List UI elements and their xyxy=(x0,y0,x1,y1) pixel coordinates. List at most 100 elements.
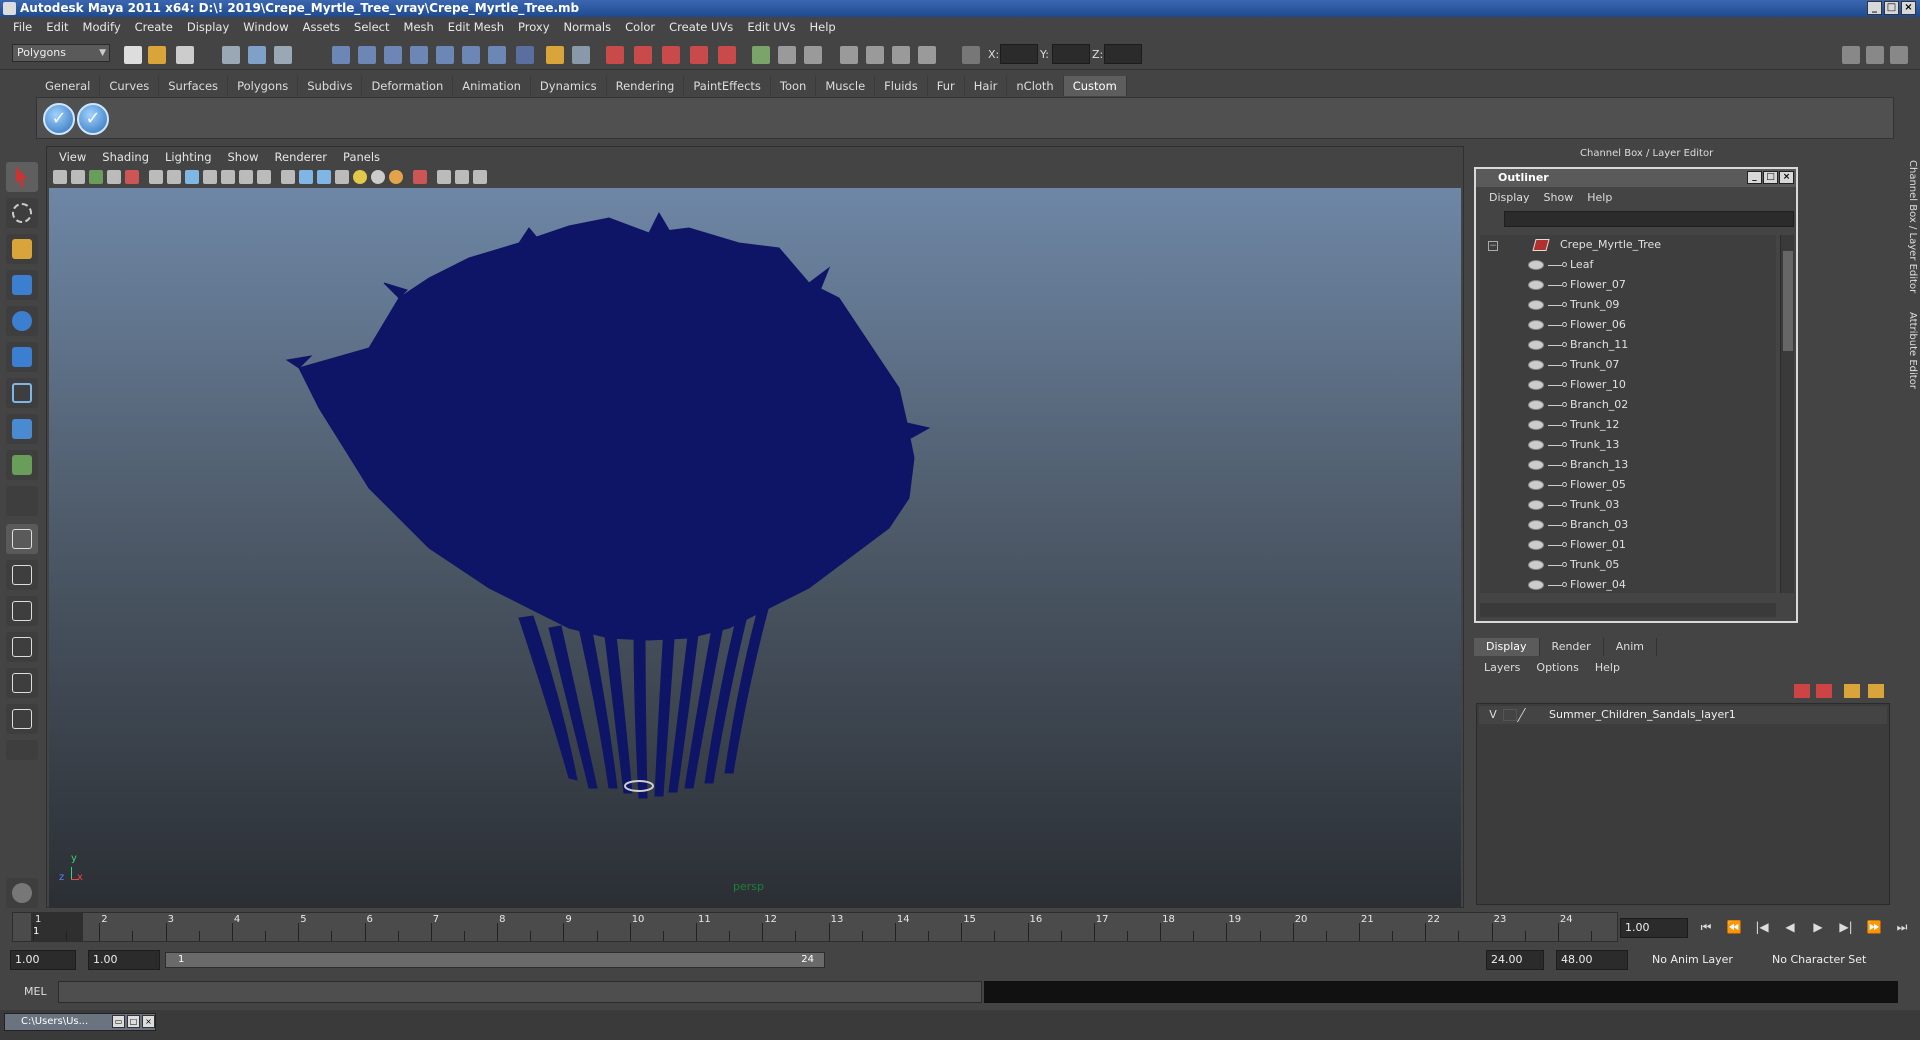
textured-icon[interactable] xyxy=(185,170,199,184)
show-hide-attribute-icon[interactable] xyxy=(752,46,770,64)
text-icon[interactable] xyxy=(257,170,271,184)
menu-select[interactable]: Select xyxy=(347,17,396,38)
layer-menu-options[interactable]: Options xyxy=(1528,659,1586,677)
maximize-button[interactable]: □ xyxy=(1884,1,1899,15)
camera-icon[interactable] xyxy=(840,46,858,64)
menu-help[interactable]: Help xyxy=(803,17,843,38)
layer-tab-display[interactable]: Display xyxy=(1474,638,1540,656)
construction-icon[interactable] xyxy=(488,46,506,64)
layout-icon[interactable] xyxy=(1842,46,1860,64)
textured-cube-icon[interactable] xyxy=(317,170,331,184)
outliner-item[interactable]: Branch_02 xyxy=(1480,395,1776,415)
hypershade-layout-icon[interactable] xyxy=(6,668,38,698)
shelf-tab-fur[interactable]: Fur xyxy=(928,76,965,96)
checkmark-icon[interactable]: ✓ xyxy=(77,103,109,135)
menu-edit-uvs[interactable]: Edit UVs xyxy=(740,17,802,38)
collapse-icon[interactable]: − xyxy=(1488,241,1498,251)
viewport-menu-view[interactable]: View xyxy=(51,147,94,167)
layer-row[interactable]: V Summer_Children_Sandals_layer1 xyxy=(1479,706,1887,724)
outliner-item[interactable]: Trunk_13 xyxy=(1480,435,1776,455)
anim-layer-dropdown[interactable]: No Anim Layer xyxy=(1652,950,1752,970)
history-icon[interactable] xyxy=(462,46,480,64)
playback-end-field[interactable]: 24.00 xyxy=(1486,950,1544,970)
shelf-tab-deformation[interactable]: Deformation xyxy=(362,76,454,96)
menu-create[interactable]: Create xyxy=(128,17,180,38)
layer-tab-render[interactable]: Render xyxy=(1540,638,1604,656)
wireframe-icon[interactable] xyxy=(149,170,163,184)
render-view-icon[interactable] xyxy=(718,46,736,64)
outliner-menu-show[interactable]: Show xyxy=(1537,189,1581,207)
show-hide-tool-settings-icon[interactable] xyxy=(778,46,796,64)
hypershade-icon[interactable] xyxy=(690,46,708,64)
outliner-item[interactable]: Trunk_07 xyxy=(1480,355,1776,375)
shelf-tab-subdivs[interactable]: Subdivs xyxy=(298,76,363,96)
close-icon[interactable]: × xyxy=(142,1015,155,1028)
playback-start-field[interactable]: 1.00 xyxy=(88,950,160,970)
outliner-menu-display[interactable]: Display xyxy=(1482,189,1537,207)
play-forward-icon[interactable]: ▶ xyxy=(1808,920,1828,938)
menu-assets[interactable]: Assets xyxy=(296,17,347,38)
script-editor-icon[interactable] xyxy=(6,878,38,908)
smooth-shade-icon[interactable] xyxy=(167,170,181,184)
transform-input-icon[interactable] xyxy=(962,46,980,64)
animation-end-field[interactable]: 48.00 xyxy=(1556,950,1628,970)
menu-normals[interactable]: Normals xyxy=(557,17,619,38)
layer-menu-help[interactable]: Help xyxy=(1587,659,1628,677)
shelf-tab-hair[interactable]: Hair xyxy=(965,76,1008,96)
selected-light-icon[interactable] xyxy=(389,170,403,184)
y-field[interactable] xyxy=(1052,44,1090,64)
render-region-icon[interactable] xyxy=(606,46,624,64)
shelf-tab-toon[interactable]: Toon xyxy=(771,76,817,96)
current-frame-field[interactable]: 1.00 xyxy=(1620,918,1688,938)
shelf-tab-fluids[interactable]: Fluids xyxy=(875,76,928,96)
uv-editor-layout-icon[interactable] xyxy=(6,704,38,734)
menu-proxy[interactable]: Proxy xyxy=(511,17,557,38)
shaded-cube-icon[interactable] xyxy=(299,170,313,184)
four-view-layout-icon[interactable] xyxy=(6,560,38,590)
select-camera-icon[interactable] xyxy=(53,170,67,184)
shelf-tab-polygons[interactable]: Polygons xyxy=(228,76,299,96)
resolution-gate-icon[interactable] xyxy=(918,46,936,64)
menu-edit[interactable]: Edit xyxy=(39,17,75,38)
frame-all-icon[interactable] xyxy=(437,170,451,184)
single-perspective-layout-icon[interactable] xyxy=(6,524,38,554)
layer-color-swatch[interactable] xyxy=(1516,708,1540,722)
snap-curve-icon[interactable] xyxy=(358,46,376,64)
side-tab-channel-box[interactable]: Channel Box / Layer Editor xyxy=(1898,160,1918,310)
snap-point-icon[interactable] xyxy=(384,46,402,64)
shelf-tab-general[interactable]: General xyxy=(36,76,101,96)
step-back-frame-icon[interactable]: |◀ xyxy=(1752,920,1772,938)
high-quality-icon[interactable] xyxy=(413,170,427,184)
outliner-root-item[interactable]: − Crepe_Myrtle_Tree xyxy=(1480,235,1776,255)
lights-icon[interactable] xyxy=(203,170,217,184)
xray-icon[interactable] xyxy=(239,170,253,184)
menu-edit-mesh[interactable]: Edit Mesh xyxy=(441,17,511,38)
shelf-tab-dynamics[interactable]: Dynamics xyxy=(531,76,607,96)
menu-color[interactable]: Color xyxy=(618,17,662,38)
select-object-icon[interactable] xyxy=(248,46,266,64)
image-plane-icon[interactable] xyxy=(107,170,121,184)
outliner-item[interactable]: Trunk_03 xyxy=(1480,495,1776,515)
help-line-icon[interactable] xyxy=(516,46,534,64)
panel-layout-icon[interactable] xyxy=(1866,46,1884,64)
time-slider[interactable]: 1 1 2 3 4 5 6 7 8 9 10 11 12 13 14 15 16 17 18 19 20 21 22 23 2… xyxy=(12,912,1618,942)
play-backward-icon[interactable]: ◀ xyxy=(1780,920,1800,938)
outliner-item[interactable]: Flower_05 xyxy=(1480,475,1776,495)
menu-file[interactable]: File xyxy=(6,17,39,38)
new-layer-icon[interactable] xyxy=(1794,684,1810,698)
viewport-menu-show[interactable]: Show xyxy=(220,147,267,167)
shelf-tab-custom[interactable]: Custom xyxy=(1063,76,1127,96)
menu-window[interactable]: Window xyxy=(236,17,295,38)
lock-icon[interactable] xyxy=(546,46,564,64)
outliner-vertical-scrollbar[interactable] xyxy=(1780,235,1794,593)
side-tab-attribute-editor[interactable]: Attribute Editor xyxy=(1898,312,1918,422)
show-manipulator-icon[interactable] xyxy=(6,450,38,480)
save-scene-icon[interactable] xyxy=(176,46,194,64)
outliner-item[interactable]: Trunk_09 xyxy=(1480,295,1776,315)
outliner-item[interactable]: Flower_10 xyxy=(1480,375,1776,395)
step-back-key-icon[interactable]: ⏪ xyxy=(1724,920,1744,938)
rotate-tool-icon[interactable] xyxy=(6,306,38,336)
maximize-icon[interactable]: □ xyxy=(127,1015,140,1028)
outliner-layout-icon[interactable] xyxy=(6,596,38,626)
perspective-viewport[interactable]: y z x persp xyxy=(49,188,1461,907)
